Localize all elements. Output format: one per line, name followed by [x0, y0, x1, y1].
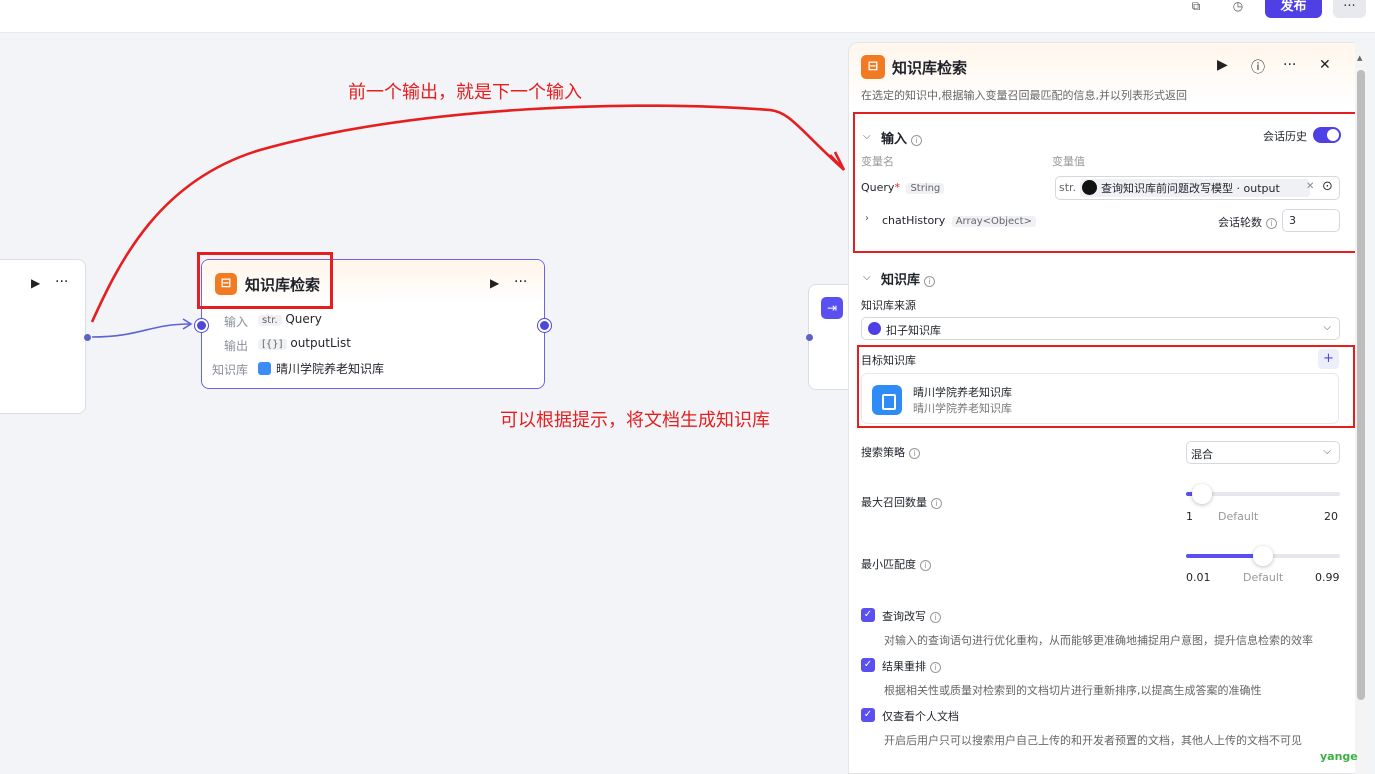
previous-node[interactable]: ▶ ··· [0, 259, 86, 414]
max-recall-slider[interactable] [1186, 484, 1340, 504]
info-icon: i [930, 662, 941, 673]
more-icon[interactable]: ··· [55, 274, 68, 290]
annotation-box-node-title [197, 252, 333, 309]
max-recall-default: Default [1218, 510, 1259, 523]
max-recall-max: 20 [1324, 510, 1338, 523]
label-text: 最小匹配度 [861, 558, 916, 571]
chevron-down-icon[interactable]: ⌵ [863, 272, 871, 283]
annotation-text-top: 前一个输出，就是下一个输入 [348, 82, 582, 103]
more-icon[interactable]: ··· [1283, 57, 1296, 73]
chevron-down-icon: ⌵ [1323, 446, 1331, 457]
info-icon: i [920, 560, 931, 571]
close-icon[interactable]: ✕ [1319, 57, 1331, 73]
kb-doc-icon [258, 362, 271, 375]
help-icon[interactable]: ⓘ [1251, 57, 1265, 77]
coze-icon [868, 322, 881, 335]
rerank-label: 结果重排 i [882, 658, 941, 674]
kb-source-label: 知识库来源 [861, 299, 916, 312]
min-match-max: 0.99 [1315, 571, 1340, 584]
query-rewrite-desc: 对输入的查询语句进行优化重构，从而能够更准确地捕捉用户意图，提升信息检索的效率 [884, 634, 1313, 647]
watermark: yange [1320, 750, 1358, 763]
search-strategy-value: 混合 [1191, 448, 1213, 461]
info-icon: i [924, 276, 936, 287]
row-value-text: 晴川学院养老知识库 [276, 362, 385, 376]
knowledge-section-title: 知识库 i [881, 269, 936, 288]
row-value: str. Query [258, 312, 322, 326]
info-icon: i [931, 498, 942, 509]
input-port[interactable] [195, 319, 208, 332]
option-label: 查询改写 [882, 610, 926, 623]
annotation-text-middle: 可以根据提示，将文档生成知识库 [500, 410, 770, 431]
info-icon: i [930, 612, 941, 623]
row-label: 输入 [223, 315, 248, 329]
annotation-box-target-kb [857, 345, 1355, 428]
output-port[interactable] [84, 334, 91, 341]
min-match-default: Default [1243, 571, 1284, 584]
row-label: 知识库 [211, 363, 248, 377]
row-value: [{}] outputList [258, 336, 351, 350]
slider-knob[interactable] [1253, 546, 1273, 566]
history-icon[interactable]: ◷ [1228, 0, 1248, 12]
login-icon: ⇥ [821, 297, 843, 319]
copy-icon[interactable]: ⧉ [1186, 0, 1206, 12]
panel-header: ⊟ 知识库检索 ▶ ⓘ ··· ✕ 在选定的知识中,根据输入变量召回最匹配的信息… [849, 43, 1364, 107]
info-icon: i [909, 448, 920, 459]
kb-source-select[interactable]: 扣子知识库 ⌵ [861, 317, 1340, 340]
max-recall-label: 最大召回数量 i [861, 494, 942, 510]
label-text: 最大召回数量 [861, 496, 927, 509]
min-match-min: 0.01 [1186, 571, 1211, 584]
run-icon[interactable]: ▶ [1217, 57, 1228, 73]
row-value-text: Query [285, 312, 322, 326]
annotation-box-input [853, 112, 1360, 253]
option-label: 结果重排 [882, 660, 926, 673]
edge-line [91, 323, 191, 338]
search-strategy-label: 搜索策略 i [861, 444, 920, 460]
publish-button[interactable]: 发布 [1265, 0, 1322, 18]
row-label: 输出 [223, 339, 248, 353]
play-icon[interactable]: ▶ [31, 276, 40, 290]
search-strategy-select[interactable]: 混合 ⌵ [1186, 441, 1340, 464]
kb-source-value: 扣子知识库 [886, 324, 941, 337]
min-match-label: 最小匹配度 i [861, 556, 931, 572]
more-button[interactable]: ··· [1333, 0, 1366, 18]
row-value: 晴川学院养老知识库 [258, 360, 384, 377]
query-rewrite-label: 查询改写 i [882, 608, 941, 624]
min-match-slider[interactable] [1186, 546, 1340, 566]
scrollbar-thumb[interactable] [1357, 70, 1365, 700]
query-rewrite-checkbox[interactable]: ✓ [861, 608, 875, 622]
input-port[interactable] [806, 334, 813, 341]
knowledge-icon: ⊟ [861, 55, 885, 79]
rerank-checkbox[interactable]: ✓ [861, 658, 875, 672]
rerank-desc: 根据相关性或质量对检索到的文档切片进行重新排序,以提高生成答案的准确性 [884, 684, 1262, 697]
max-recall-min: 1 [1186, 510, 1193, 523]
scroll-up-icon[interactable]: ▲ [1357, 54, 1365, 62]
panel-description: 在选定的知识中,根据输入变量召回最匹配的信息,并以列表形式返回 [861, 89, 1187, 102]
type-tag: str. [258, 315, 282, 326]
personal-docs-label: 仅查看个人文档 [882, 710, 959, 723]
slider-knob[interactable] [1192, 484, 1213, 504]
section-title-text: 知识库 [881, 273, 921, 288]
chevron-down-icon: ⌵ [1323, 322, 1331, 333]
label-text: 搜索策略 [861, 446, 905, 459]
annotation-arrowhead [829, 151, 846, 171]
more-icon[interactable]: ··· [514, 274, 527, 290]
slider-fill [1186, 554, 1263, 558]
type-tag: [{}] [258, 339, 287, 350]
personal-docs-desc: 开启后用户只可以搜索用户自己上传的和开发者预置的文档，其他人上传的文档不可见 [884, 734, 1302, 747]
output-port[interactable] [538, 319, 551, 332]
play-icon[interactable]: ▶ [490, 276, 499, 290]
row-value-text: outputList [290, 336, 351, 350]
panel-title: 知识库检索 [892, 59, 968, 77]
personal-docs-checkbox[interactable]: ✓ [861, 708, 875, 722]
